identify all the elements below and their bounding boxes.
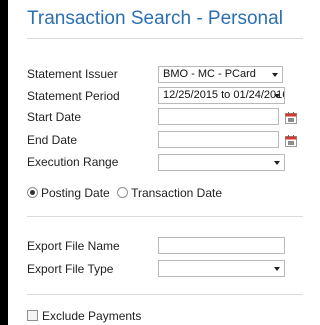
execution-range-select[interactable] (158, 154, 285, 171)
posting-date-label: Posting Date (41, 186, 110, 200)
exclude-payments-label: Exclude Payments (42, 309, 142, 323)
statement-period-value: 12/25/2015 to 01/24/2016 (163, 89, 285, 101)
statement-issuer-value: BMO - MC - PCard (163, 68, 256, 80)
statement-issuer-label: Statement Issuer (27, 67, 118, 81)
transaction-date-label: Transaction Date (131, 186, 222, 200)
export-file-type-select[interactable] (158, 260, 285, 277)
calendar-icon[interactable] (285, 135, 297, 147)
window-left-border (0, 0, 8, 325)
transaction-date-radio[interactable] (117, 187, 129, 198)
chevron-down-icon (274, 94, 280, 98)
section-divider (27, 216, 303, 217)
export-file-name-label: Export File Name (27, 239, 120, 253)
transaction-search-panel: Transaction Search - Personal Statement … (8, 0, 306, 325)
chevron-down-icon (274, 161, 280, 165)
exclude-payments-option[interactable]: Exclude Payments (27, 309, 141, 323)
chevron-down-icon (272, 73, 278, 77)
calendar-icon[interactable] (285, 112, 297, 124)
title-divider (27, 38, 303, 39)
statement-issuer-select[interactable]: BMO - MC - PCard (158, 66, 283, 83)
statement-period-select[interactable]: 12/25/2015 to 01/24/2016 (158, 87, 285, 104)
export-file-name-input[interactable] (158, 237, 285, 254)
start-date-label: Start Date (27, 110, 82, 124)
exclude-payments-checkbox[interactable] (27, 310, 38, 321)
page-title: Transaction Search - Personal (27, 8, 283, 29)
end-date-label: End Date (27, 133, 78, 147)
date-type-radio-group: Posting Date Transaction Date (27, 186, 222, 200)
start-date-input[interactable] (158, 108, 279, 125)
section-divider (27, 294, 303, 295)
statement-period-label: Statement Period (27, 89, 120, 103)
posting-date-radio[interactable] (27, 187, 38, 198)
execution-range-label: Execution Range (27, 155, 119, 169)
export-file-type-label: Export File Type (27, 262, 114, 276)
end-date-input[interactable] (158, 131, 279, 148)
chevron-down-icon (274, 267, 280, 271)
